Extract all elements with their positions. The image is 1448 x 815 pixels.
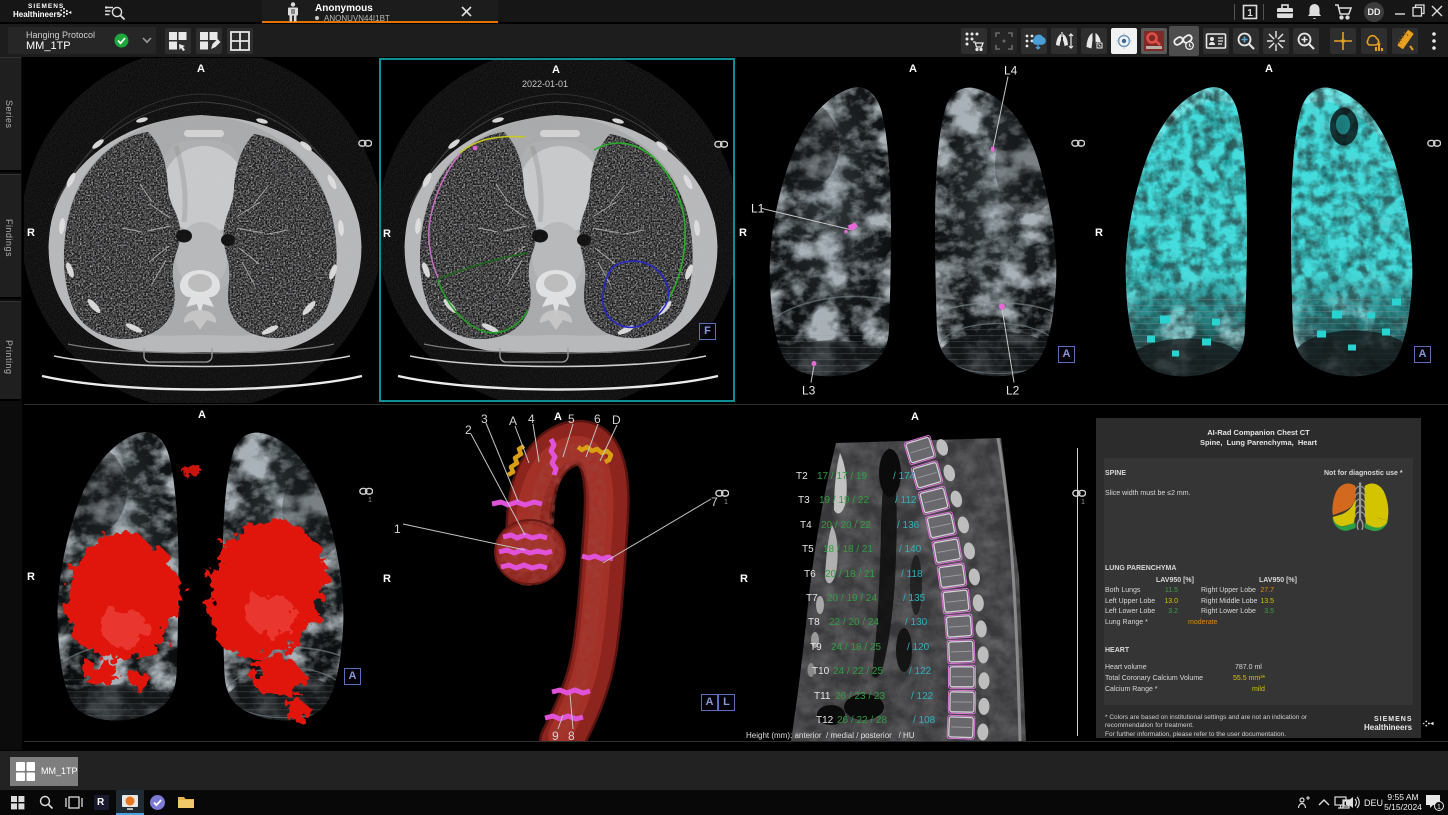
svg-text:T12: T12 [816,715,834,726]
svg-text:22 / 20 / 24: 22 / 20 / 24 [829,617,879,628]
svg-text:26 / 22 / 28: 26 / 22 / 28 [837,715,887,726]
svg-text:6: 6 [594,412,601,426]
svg-text:L4: L4 [1004,64,1018,78]
svg-text:A: A [509,414,517,428]
svg-text:/ 108: / 108 [913,715,936,726]
svg-text:1: 1 [1437,804,1441,811]
svg-text:24 / 22 / 25: 24 / 22 / 25 [833,666,883,677]
svg-text:T7: T7 [806,593,818,604]
svg-text:1: 1 [394,522,401,536]
svg-text:/ 135: / 135 [903,593,926,604]
svg-text:5: 5 [568,412,575,426]
svg-text:3: 3 [481,412,488,426]
svg-text:/ 112: / 112 [895,495,917,506]
svg-text:8: 8 [568,729,575,741]
svg-text:4: 4 [528,412,535,426]
svg-text:T10: T10 [812,666,830,677]
svg-text:/ 174: / 174 [893,471,916,482]
svg-text:T5: T5 [802,544,814,555]
svg-text:L2: L2 [1006,384,1020,398]
svg-text:T11: T11 [814,691,831,702]
svg-text:20 / 19 / 24: 20 / 19 / 24 [827,593,877,604]
svg-text:26 / 23 / 23: 26 / 23 / 23 [835,691,885,702]
svg-text:20 / 20 / 22: 20 / 20 / 22 [821,520,871,531]
svg-text:18 / 18 / 21: 18 / 18 / 21 [823,544,873,555]
svg-text:/ 122: / 122 [909,666,932,677]
svg-text:/ 136: / 136 [897,520,920,531]
svg-text:2: 2 [465,423,472,437]
svg-text:L1: L1 [751,202,765,216]
svg-text:/ 122: / 122 [911,691,934,702]
svg-text:1: 1 [1247,8,1253,19]
svg-text:/ 120: / 120 [907,642,930,653]
svg-text:L3: L3 [802,384,816,398]
svg-text:T4: T4 [800,520,812,531]
svg-text:9: 9 [552,729,559,741]
svg-text:D: D [612,413,621,427]
svg-text:/ 118: / 118 [901,569,923,580]
svg-text:19 / 19 / 22: 19 / 19 / 22 [819,495,869,506]
svg-text:/ 140: / 140 [899,544,922,555]
svg-text:/ 130: / 130 [905,617,928,628]
svg-text:20 / 18 / 21: 20 / 18 / 21 [825,569,875,580]
svg-text:T8: T8 [808,617,820,628]
svg-text:17 / 17 / 19: 17 / 17 / 19 [817,471,867,482]
svg-text:T2: T2 [796,471,808,482]
svg-text:T3: T3 [798,495,810,506]
svg-text:T9: T9 [810,642,822,653]
svg-text:24 / 18 / 25: 24 / 18 / 25 [831,642,881,653]
svg-text:T6: T6 [804,569,816,580]
